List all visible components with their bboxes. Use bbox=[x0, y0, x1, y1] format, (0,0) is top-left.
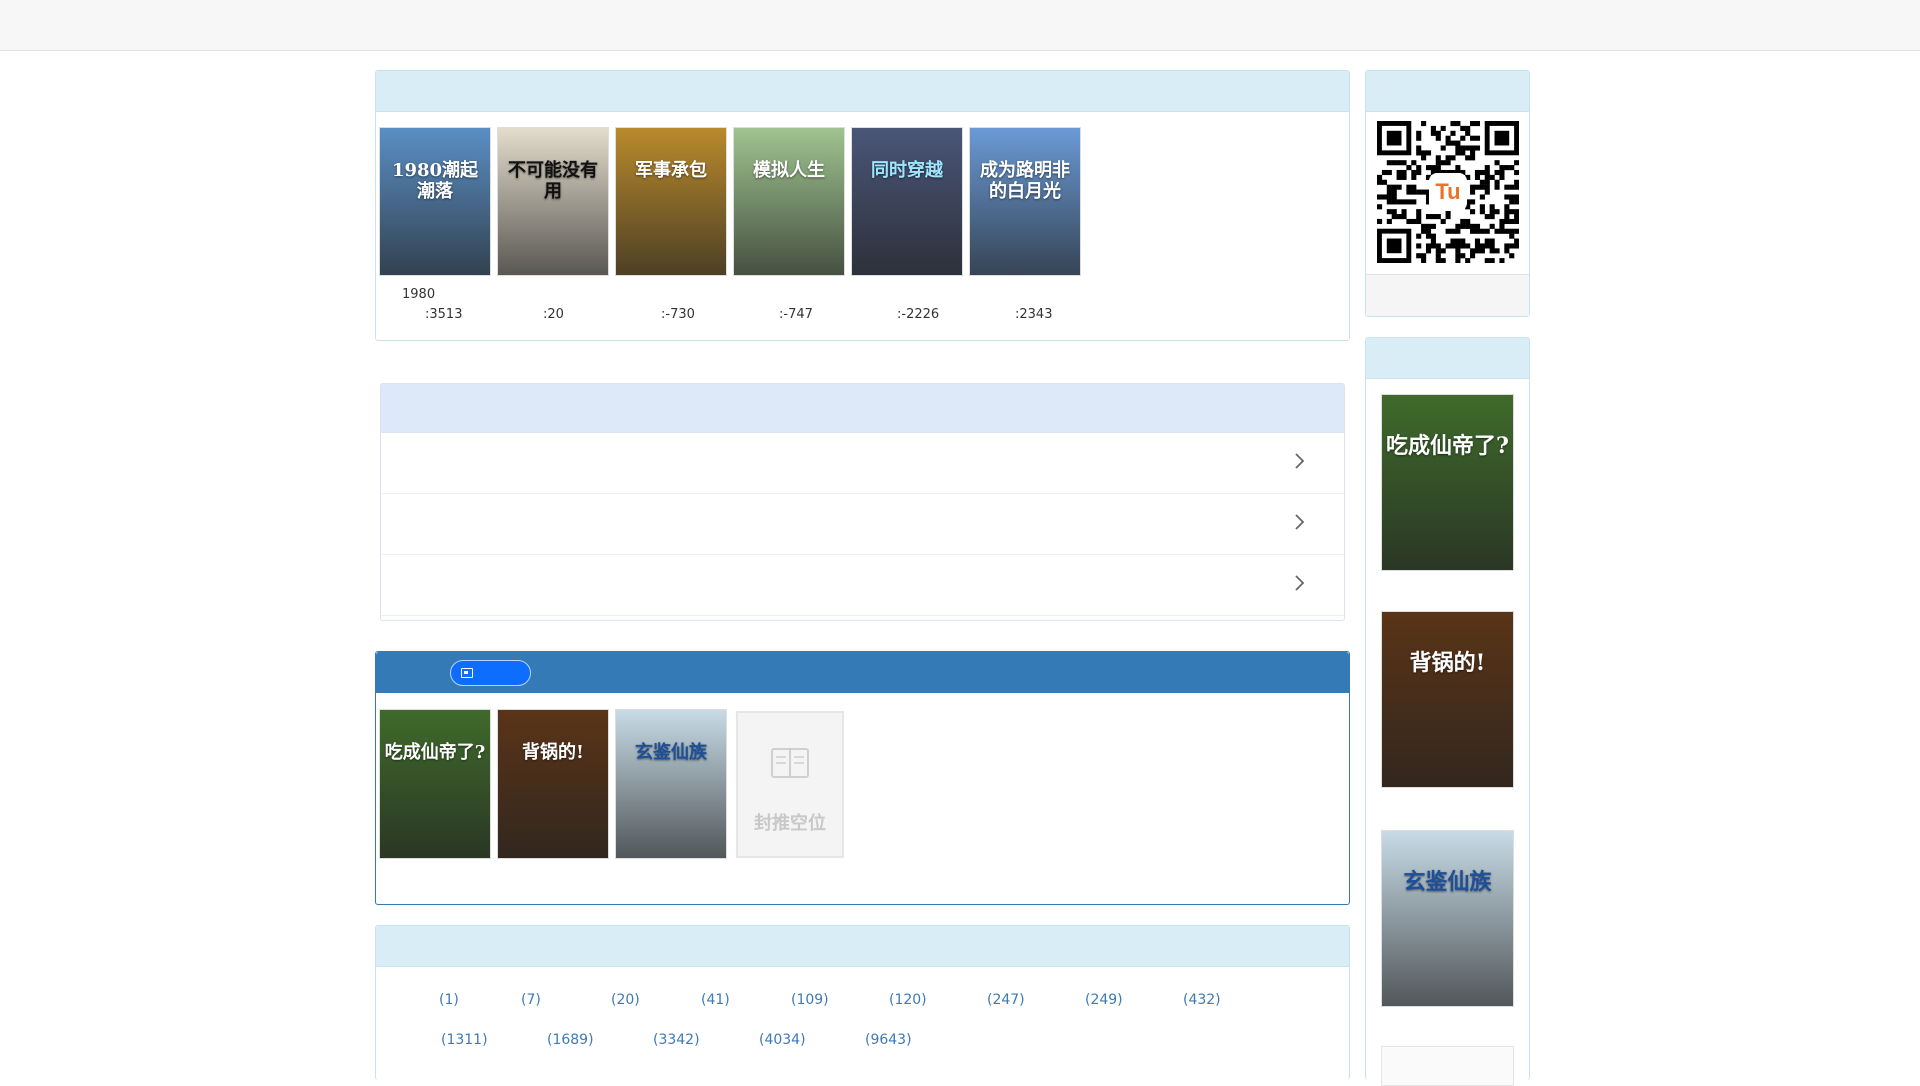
count-link[interactable]: (3342) bbox=[653, 1032, 700, 1048]
chevron-right-icon bbox=[1295, 453, 1305, 469]
hot-book-cover[interactable]: 不可能没有用 bbox=[497, 127, 609, 276]
cover-title: 军事承包 bbox=[635, 160, 707, 181]
cover-title: 背锅的! bbox=[522, 742, 584, 763]
count-link[interactable]: (4034) bbox=[759, 1032, 806, 1048]
count-link[interactable]: (247) bbox=[987, 992, 1025, 1008]
hot-book-stat: :-730 bbox=[661, 307, 695, 322]
recommend-toggle-button[interactable] bbox=[450, 660, 531, 686]
sidebar-qr-header bbox=[1366, 71, 1529, 112]
chevron-right-icon bbox=[1295, 514, 1305, 530]
cover-title: 1980潮起潮落 bbox=[391, 160, 479, 202]
count-link[interactable]: (20) bbox=[611, 992, 640, 1008]
counts-panel-header bbox=[376, 926, 1349, 967]
count-link[interactable]: (1311) bbox=[441, 1032, 488, 1048]
sidebar-book-cover[interactable]: 玄鉴仙族 bbox=[1381, 830, 1514, 1007]
count-link[interactable]: (41) bbox=[701, 992, 730, 1008]
hot-book-cover[interactable]: 军事承包 bbox=[615, 127, 727, 276]
hot-book-caption[interactable]: 1980 bbox=[402, 287, 435, 302]
sidebar-book-cover[interactable]: 吃成仙帝了? bbox=[1381, 394, 1514, 571]
count-link[interactable]: (249) bbox=[1085, 992, 1123, 1008]
cover-title: 成为路明非的白月光 bbox=[980, 160, 1070, 202]
hot-book-cover[interactable]: 1980潮起潮落 bbox=[379, 127, 491, 276]
sidebar-empty-cover bbox=[1381, 1046, 1514, 1086]
hot-book-cover[interactable]: 成为路明非的白月光 bbox=[969, 127, 1081, 276]
top-navbar bbox=[0, 0, 1920, 51]
category-row[interactable] bbox=[381, 433, 1344, 494]
recommend-book-cover[interactable]: 吃成仙帝了? bbox=[379, 709, 491, 859]
count-link[interactable]: (109) bbox=[791, 992, 829, 1008]
picture-icon bbox=[461, 668, 473, 678]
cover-title: 模拟人生 bbox=[753, 160, 825, 181]
count-link[interactable]: (432) bbox=[1183, 992, 1221, 1008]
sidebar-books-header bbox=[1366, 338, 1529, 379]
book-icon bbox=[771, 748, 809, 778]
count-link[interactable]: (120) bbox=[889, 992, 927, 1008]
cover-title: 玄鉴仙族 bbox=[635, 742, 707, 763]
hot-book-cover[interactable]: 模拟人生 bbox=[733, 127, 845, 276]
cover-title: 同时穿越 bbox=[871, 160, 943, 181]
empty-slot-label: 封推空位 bbox=[754, 813, 826, 834]
qr-center-logo: Tu bbox=[1429, 173, 1467, 211]
sidebar-book-cover[interactable]: 背锅的! bbox=[1381, 611, 1514, 788]
cover-title: 吃成仙帝了? bbox=[1386, 433, 1509, 459]
recommend-book-cover[interactable]: 玄鉴仙族 bbox=[615, 709, 727, 859]
cover-title: 玄鉴仙族 bbox=[1403, 869, 1492, 895]
hot-book-stat: :20 bbox=[543, 307, 564, 322]
empty-slot: 封推空位 bbox=[736, 711, 844, 858]
count-link[interactable]: (7) bbox=[521, 992, 541, 1008]
category-row[interactable] bbox=[381, 555, 1344, 616]
cover-title: 不可能没有用 bbox=[508, 160, 598, 202]
hot-books-panel-header bbox=[376, 71, 1349, 112]
category-panel-header bbox=[381, 384, 1344, 433]
sidebar-qr-footer bbox=[1366, 274, 1529, 316]
count-link[interactable]: (1689) bbox=[547, 1032, 594, 1048]
category-panel bbox=[380, 383, 1345, 621]
count-link[interactable]: (1) bbox=[439, 992, 459, 1008]
qr-code[interactable]: Tu bbox=[1377, 121, 1520, 264]
chevron-right-icon bbox=[1295, 575, 1305, 591]
hot-book-stat: :-747 bbox=[779, 307, 813, 322]
hot-book-cover[interactable]: 同时穿越 bbox=[851, 127, 963, 276]
cover-title: 背锅的! bbox=[1409, 650, 1486, 676]
hot-book-stat: :2343 bbox=[1015, 307, 1053, 322]
cover-title: 吃成仙帝了? bbox=[384, 742, 486, 763]
category-row[interactable] bbox=[381, 494, 1344, 555]
hot-book-stat: :3513 bbox=[425, 307, 463, 322]
recommend-panel-header bbox=[376, 652, 1349, 693]
hot-book-stat: :-2226 bbox=[897, 307, 940, 322]
count-link[interactable]: (9643) bbox=[865, 1032, 912, 1048]
recommend-book-cover[interactable]: 背锅的! bbox=[497, 709, 609, 859]
